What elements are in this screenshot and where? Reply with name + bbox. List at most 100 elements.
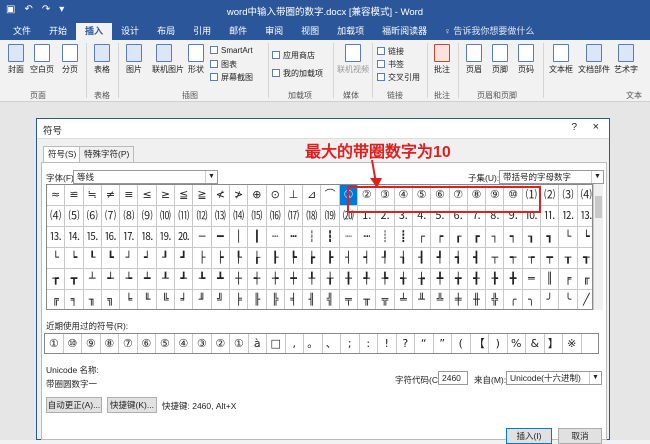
font-select[interactable]: 等线 ▼ bbox=[73, 170, 218, 184]
symbol-cell[interactable]: ╆ bbox=[412, 269, 432, 290]
symbol-cell[interactable]: ┆ bbox=[303, 227, 322, 248]
symbol-cell[interactable]: └ bbox=[559, 227, 578, 248]
symbol-cell[interactable]: ╇ bbox=[431, 269, 450, 290]
symbol-cell[interactable]: ≈ bbox=[47, 185, 66, 206]
from-select[interactable]: Unicode(十六进制) ▼ bbox=[506, 371, 602, 385]
symbol-cell[interactable]: ╮ bbox=[523, 290, 542, 309]
recent-symbol-cell[interactable]: ) bbox=[489, 334, 508, 353]
symbol-cell[interactable]: ╂ bbox=[339, 269, 359, 290]
symbol-cell[interactable]: ≒ bbox=[83, 185, 102, 206]
symbol-cell[interactable]: ⒚ bbox=[156, 227, 176, 248]
symbol-cell[interactable]: ┡ bbox=[284, 248, 304, 269]
symbol-cell[interactable]: ╞ bbox=[230, 290, 249, 309]
symbol-cell[interactable]: ┘ bbox=[120, 248, 139, 269]
symbol-cell[interactable]: ≦ bbox=[175, 185, 194, 206]
recent-symbol-cell[interactable]: 】 bbox=[545, 334, 563, 353]
symbol-cell[interactable]: ⑷ bbox=[577, 185, 592, 206]
symbol-cell[interactable]: ┻ bbox=[211, 269, 230, 290]
tab-mailings[interactable]: 邮件 bbox=[220, 23, 256, 40]
symbol-cell[interactable]: ╚ bbox=[157, 290, 176, 309]
symbol-cell[interactable]: ╭ bbox=[504, 290, 523, 309]
symbol-cell[interactable]: ⒒ bbox=[541, 206, 560, 227]
recent-symbol-cell[interactable]: à bbox=[249, 334, 267, 353]
symbol-cell[interactable]: ┪ bbox=[449, 248, 468, 269]
recent-symbol-cell[interactable]: ⑦ bbox=[119, 334, 138, 353]
symbol-cell[interactable]: ⒆ bbox=[321, 206, 340, 227]
symbol-cell[interactable]: ╝ bbox=[212, 290, 230, 309]
symbol-cell[interactable]: ┈ bbox=[339, 227, 359, 248]
symbol-cell[interactable]: ┃ bbox=[248, 227, 267, 248]
recent-symbol-cell[interactable]: ⑧ bbox=[101, 334, 119, 353]
symbol-cell[interactable]: ┢ bbox=[303, 248, 322, 269]
symbol-cell[interactable]: ┕ bbox=[577, 227, 592, 248]
symbol-cell[interactable]: ⌒ bbox=[321, 185, 340, 206]
recent-symbol-cell[interactable]: ⑩ bbox=[64, 334, 82, 353]
tab-review[interactable]: 审阅 bbox=[256, 23, 292, 40]
symbol-cell[interactable]: ⒘ bbox=[120, 227, 139, 248]
symbol-cell[interactable]: ╟ bbox=[248, 290, 267, 309]
symbol-cell[interactable]: ╔ bbox=[47, 290, 66, 309]
symbol-cell[interactable]: ⑵ bbox=[541, 185, 560, 206]
symbol-cell[interactable]: ╅ bbox=[394, 269, 413, 290]
symbol-cell[interactable]: ┍ bbox=[431, 227, 450, 248]
cancel-button[interactable]: 取消 bbox=[558, 428, 602, 444]
symbol-cell[interactable]: ╉ bbox=[467, 269, 487, 290]
symbol-cell[interactable]: ┾ bbox=[266, 269, 285, 290]
symbol-cell[interactable]: ⑶ bbox=[559, 185, 578, 206]
symbol-cell[interactable]: ┮ bbox=[522, 248, 542, 269]
symbol-cell[interactable]: ┲ bbox=[47, 269, 66, 290]
symbol-cell[interactable]: ┇ bbox=[321, 227, 340, 248]
smartart-button[interactable]: SmartArt bbox=[210, 46, 253, 55]
symbol-cell[interactable]: ⒔ bbox=[47, 227, 66, 248]
symbol-cell[interactable]: ╠ bbox=[267, 290, 285, 309]
symbol-cell[interactable]: ⒅ bbox=[303, 206, 322, 227]
symbol-cell[interactable]: ⒀ bbox=[211, 206, 230, 227]
recent-symbol-cell[interactable]: ① bbox=[45, 334, 64, 353]
tab-symbols[interactable]: 符号(S) bbox=[43, 146, 82, 163]
symbol-cell[interactable]: ╊ bbox=[486, 269, 505, 290]
symbol-cell[interactable]: ┦ bbox=[376, 248, 395, 269]
symbol-cell[interactable]: ⑾ bbox=[175, 206, 194, 227]
symbol-cell[interactable]: ├ bbox=[193, 248, 212, 269]
recent-symbol-cell[interactable]: , bbox=[286, 334, 304, 353]
symbol-cell[interactable]: ≯ bbox=[229, 185, 249, 206]
symbol-cell[interactable]: ⒓ bbox=[559, 206, 578, 227]
chart-button[interactable]: 图表 bbox=[210, 59, 237, 70]
tab-home[interactable]: 开始 bbox=[40, 23, 76, 40]
symbol-cell[interactable]: ╣ bbox=[321, 290, 340, 309]
symbol-cell[interactable]: ≥ bbox=[156, 185, 176, 206]
textbox-button[interactable]: 文本框 bbox=[547, 44, 575, 75]
symbol-cell[interactable]: ⒂ bbox=[248, 206, 267, 227]
symbol-cell[interactable]: ⊿ bbox=[303, 185, 322, 206]
symbol-cell[interactable]: ⑺ bbox=[101, 206, 121, 227]
symbol-cell[interactable]: ┭ bbox=[504, 248, 523, 269]
symbol-cell[interactable]: ┿ bbox=[284, 269, 304, 290]
page-break-button[interactable]: 分页 bbox=[58, 44, 82, 75]
symbol-cell[interactable]: ╓ bbox=[577, 269, 592, 290]
symbol-cell[interactable]: ╱ bbox=[578, 290, 592, 309]
symbol-cell[interactable]: ┰ bbox=[559, 248, 578, 269]
symbol-cell[interactable]: ┄ bbox=[266, 227, 285, 248]
symbol-cell[interactable]: ║ bbox=[541, 269, 560, 290]
symbol-cell[interactable]: ┑ bbox=[504, 227, 523, 248]
subset-select[interactable]: 带括号的字母数字 ▼ bbox=[499, 170, 604, 184]
recent-symbol-cell[interactable]: ③ bbox=[193, 334, 212, 353]
symbol-cell[interactable]: ┚ bbox=[156, 248, 176, 269]
close-icon[interactable]: × bbox=[593, 121, 599, 133]
symbol-cell[interactable]: ╜ bbox=[193, 290, 212, 309]
symbol-cell[interactable]: ┳ bbox=[65, 269, 84, 290]
recent-symbol-cell[interactable]: ※ bbox=[563, 334, 582, 353]
recent-symbol-cell[interactable]: ” bbox=[434, 334, 452, 353]
symbol-cell[interactable]: └ bbox=[47, 248, 66, 269]
symbol-cell[interactable]: ╪ bbox=[450, 290, 468, 309]
recent-symbol-cell[interactable]: ( bbox=[452, 334, 471, 353]
symbol-cell[interactable]: ⒕ bbox=[65, 227, 84, 248]
link-button[interactable]: 链接 bbox=[377, 46, 404, 57]
symbol-cell[interactable]: ╯ bbox=[541, 290, 560, 309]
symbol-cell[interactable]: ⒛ bbox=[175, 227, 194, 248]
symbol-cell[interactable]: ┎ bbox=[449, 227, 468, 248]
footer-button[interactable]: 页脚 bbox=[488, 44, 512, 75]
symbol-cell[interactable]: ┵ bbox=[101, 269, 121, 290]
symbol-cell[interactable]: ┙ bbox=[138, 248, 157, 269]
symbol-cell[interactable]: ╀ bbox=[303, 269, 322, 290]
